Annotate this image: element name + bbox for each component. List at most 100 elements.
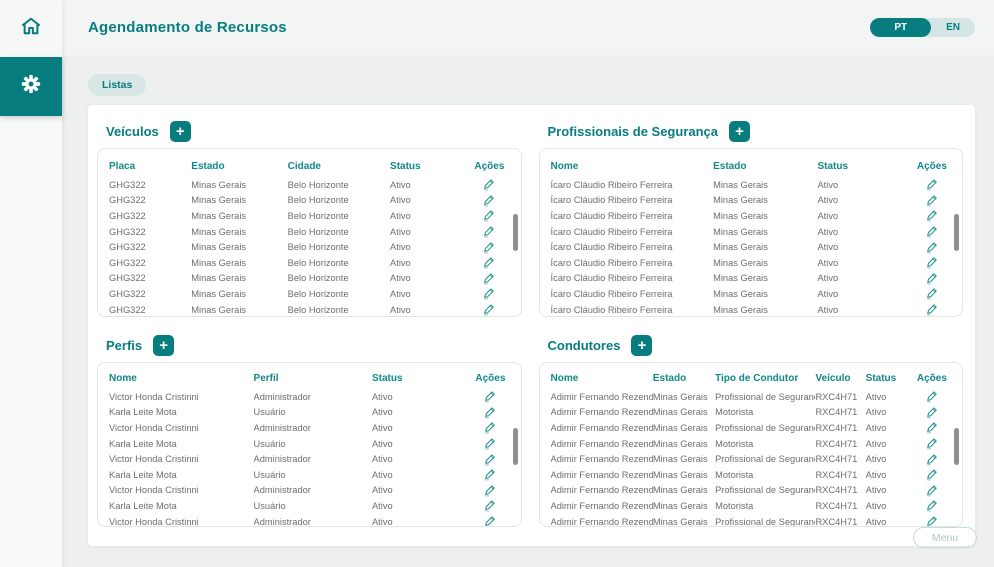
edit-icon[interactable]: [912, 178, 952, 191]
vehicles-table: Placa Estado Cidade Status Ações GHG322 Minas…: [97, 148, 522, 317]
edit-icon[interactable]: [912, 241, 952, 254]
edit-icon[interactable]: [912, 437, 952, 450]
panel-perfis: Perfis + Nome Perfil Status Ações Victor Ho…: [97, 317, 522, 527]
table-cell: Minas Gerais: [191, 179, 247, 190]
edit-icon[interactable]: [912, 390, 952, 403]
edit-icon[interactable]: [470, 453, 510, 466]
add-driver-button[interactable]: +: [631, 335, 653, 356]
table-cell: RXC4H71: [815, 454, 858, 465]
edit-icon[interactable]: [468, 225, 510, 238]
table-cell: RXC4H71: [815, 485, 858, 496]
edit-icon[interactable]: [468, 256, 510, 269]
column-header: Ações: [475, 372, 506, 384]
table-cell: Ativo: [390, 273, 411, 284]
add-vehicle-button[interactable]: +: [169, 121, 191, 142]
table-row: Adimir Fernando Rezende Minas Gerais Profi…: [551, 483, 953, 499]
table-cell: Ativo: [817, 179, 839, 190]
edit-icon[interactable]: [468, 209, 510, 222]
edit-icon[interactable]: [912, 194, 952, 207]
edit-icon[interactable]: [468, 303, 510, 316]
table-cell: Adimir Fernando Rezende: [550, 422, 653, 433]
table-cell: Ativo: [371, 422, 393, 433]
edit-icon[interactable]: [470, 390, 510, 403]
add-profile-button[interactable]: +: [153, 335, 175, 356]
edit-icon[interactable]: [470, 484, 510, 497]
table-cell: Ativo: [371, 485, 393, 496]
edit-icon[interactable]: [468, 272, 510, 285]
edit-icon[interactable]: [912, 406, 952, 419]
table-row: Victor Honda Cristinni Administrador Ativo: [109, 420, 511, 436]
edit-icon[interactable]: [468, 178, 510, 191]
table-cell: Ativo: [390, 195, 411, 206]
table-row: GHG322 Minas Gerais Belo Horizonte Ativo: [109, 271, 511, 287]
table-row: GHG322 Minas Gerais Belo Horizonte Ativo: [109, 255, 511, 271]
edit-icon[interactable]: [470, 499, 510, 512]
table-cell: RXC4H71: [815, 469, 858, 480]
edit-icon[interactable]: [912, 256, 952, 269]
panel-title: Perfis: [106, 338, 143, 353]
edit-icon[interactable]: [470, 421, 510, 434]
language-en-button[interactable]: EN: [931, 22, 975, 33]
table-row: GHG322 Minas Gerais Belo Horizonte Ativo: [109, 224, 511, 240]
language-toggle: PT EN: [870, 18, 975, 37]
table-cell: RXC4H71: [815, 516, 858, 527]
table-row: GHG322 Minas Gerais Belo Horizonte Ativo: [109, 208, 511, 224]
table-cell: Ativo: [817, 273, 839, 284]
column-header: Nome: [550, 160, 579, 172]
edit-icon[interactable]: [912, 484, 952, 497]
edit-icon[interactable]: [470, 437, 510, 450]
vehicles-scrollbar[interactable]: [512, 214, 518, 251]
edit-icon[interactable]: [468, 287, 510, 300]
column-header: Estado: [713, 160, 747, 172]
add-security-professional-button[interactable]: +: [729, 121, 751, 142]
language-pt-button[interactable]: PT: [870, 18, 932, 37]
edit-icon[interactable]: [912, 272, 952, 285]
edit-icon[interactable]: [912, 303, 952, 316]
column-header: Estado: [652, 372, 687, 384]
table-cell: Adimir Fernando Rezende: [550, 454, 653, 465]
gear-icon: [20, 73, 42, 100]
sidebar-item-settings[interactable]: [0, 57, 62, 116]
table-cell: Minas Gerais: [713, 273, 768, 284]
table-row: Adimir Fernando Rezende Minas Gerais Profi…: [551, 451, 953, 467]
column-header: Tipo de Condutor: [715, 372, 799, 384]
table-cell: Profissional de Segurança: [715, 391, 816, 402]
column-header: Veículo: [815, 372, 851, 384]
home-icon: [20, 16, 42, 41]
edit-icon[interactable]: [470, 515, 510, 526]
edit-icon[interactable]: [912, 287, 952, 300]
table-cell: Belo Horizonte: [287, 226, 349, 237]
edit-icon[interactable]: [912, 515, 952, 526]
edit-icon[interactable]: [912, 209, 952, 222]
edit-icon[interactable]: [912, 225, 952, 238]
column-header: Ações: [474, 160, 505, 172]
menu-button[interactable]: Menu: [913, 527, 977, 548]
table-row: Adimir Fernando Rezende Minas Gerais Motor…: [551, 498, 953, 514]
table-cell: Ativo: [390, 257, 411, 268]
breadcrumb[interactable]: Listas: [88, 74, 147, 96]
table-cell: Minas Gerais: [713, 288, 768, 299]
edit-icon[interactable]: [912, 453, 952, 466]
table-cell: Ativo: [865, 391, 887, 402]
table-cell: Victor Honda Cristinni: [109, 516, 199, 527]
table-row: Victor Honda Cristinni Administrador Ativo: [109, 389, 511, 405]
edit-icon[interactable]: [470, 468, 510, 481]
table-cell: Ativo: [371, 438, 393, 449]
security-professionals-scrollbar[interactable]: [954, 214, 959, 251]
edit-icon[interactable]: [470, 406, 510, 419]
table-cell: Ativo: [865, 422, 887, 433]
edit-icon[interactable]: [912, 468, 952, 481]
edit-icon[interactable]: [912, 499, 952, 512]
table-row: GHG322 Minas Gerais Belo Horizonte Ativo: [109, 239, 511, 255]
table-cell: GHG322: [109, 273, 146, 284]
edit-icon[interactable]: [468, 241, 510, 254]
panel-condutores: Condutores + Nome Estado Tipo de Condutor V…: [538, 317, 963, 527]
table-row: Ícaro Cláudio Ribeiro Ferreira Minas Gera…: [551, 286, 953, 302]
drivers-scrollbar[interactable]: [954, 428, 959, 465]
profiles-scrollbar[interactable]: [512, 428, 518, 465]
edit-icon[interactable]: [468, 194, 510, 207]
table-cell: Minas Gerais: [652, 454, 708, 465]
edit-icon[interactable]: [912, 421, 952, 434]
sidebar-item-home[interactable]: [0, 0, 62, 57]
panel-veiculos: Veículos + Placa Estado Cidade Status Ações …: [97, 115, 522, 317]
